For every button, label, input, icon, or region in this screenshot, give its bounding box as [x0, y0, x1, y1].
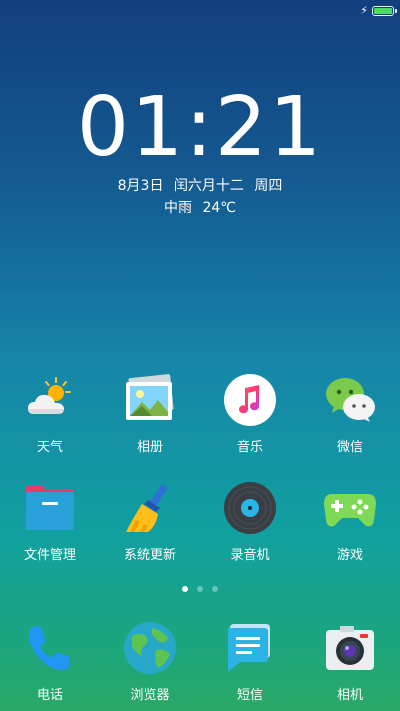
page-dot[interactable]	[197, 586, 203, 592]
page-dot[interactable]	[182, 586, 188, 592]
camera-icon	[322, 620, 378, 676]
app-label: 系统更新	[123, 548, 176, 563]
phone-icon	[22, 620, 78, 676]
dock: 电话 浏览器 短信 相机	[0, 620, 400, 703]
app-recorder[interactable]: 录音机	[200, 480, 300, 563]
battery-icon	[372, 6, 397, 16]
app-row-1: 天气 相册 音乐 微信	[0, 372, 400, 455]
weekday: 周四	[254, 178, 283, 194]
weather-icon	[22, 372, 78, 428]
messages-icon	[222, 620, 278, 676]
app-label: 电话	[36, 688, 63, 703]
bolt-icon: ⚡	[360, 4, 368, 17]
recorder-icon	[222, 480, 278, 536]
page-dot[interactable]	[212, 586, 218, 592]
app-music[interactable]: 音乐	[200, 372, 300, 455]
app-label: 微信	[336, 440, 363, 455]
gallery-icon	[122, 372, 178, 428]
app-gallery[interactable]: 相册	[100, 372, 200, 455]
app-label: 短信	[236, 688, 263, 703]
app-row-2: 文件管理 系统更新 录音机 游戏	[0, 480, 400, 563]
weather-condition: 中雨	[164, 200, 192, 216]
date-line[interactable]: 8月3日 闰六月十二 周四	[0, 175, 400, 195]
weather-line[interactable]: 中雨 24℃	[0, 197, 400, 217]
temperature: 24℃	[202, 200, 236, 216]
app-file-manager[interactable]: 文件管理	[0, 480, 100, 563]
date: 8月3日	[117, 178, 164, 194]
app-label: 文件管理	[23, 548, 76, 563]
battery-level	[374, 8, 392, 14]
app-system-update[interactable]: 系统更新	[100, 480, 200, 563]
app-label: 音乐	[236, 440, 263, 455]
app-messages[interactable]: 短信	[200, 620, 300, 703]
status-bar: ⚡	[360, 4, 397, 18]
app-label: 录音机	[230, 548, 270, 563]
app-label: 相册	[136, 440, 163, 455]
lunar-date: 闰六月十二	[173, 178, 244, 194]
app-phone[interactable]: 电话	[0, 620, 100, 703]
wechat-icon	[322, 372, 378, 428]
music-icon	[222, 372, 278, 428]
page-indicator[interactable]	[0, 586, 400, 592]
app-games[interactable]: 游戏	[300, 480, 400, 563]
app-wechat[interactable]: 微信	[300, 372, 400, 455]
browser-icon	[122, 620, 178, 676]
app-label: 相机	[336, 688, 363, 703]
app-label: 浏览器	[130, 688, 170, 703]
gamepad-icon	[322, 480, 378, 536]
app-browser[interactable]: 浏览器	[100, 620, 200, 703]
folder-icon	[22, 480, 78, 536]
app-label: 天气	[36, 440, 63, 455]
app-label: 游戏	[336, 548, 363, 563]
app-weather[interactable]: 天气	[0, 372, 100, 455]
clock-time[interactable]: 01:21	[0, 80, 400, 175]
broom-icon	[122, 480, 178, 536]
app-camera[interactable]: 相机	[300, 620, 400, 703]
